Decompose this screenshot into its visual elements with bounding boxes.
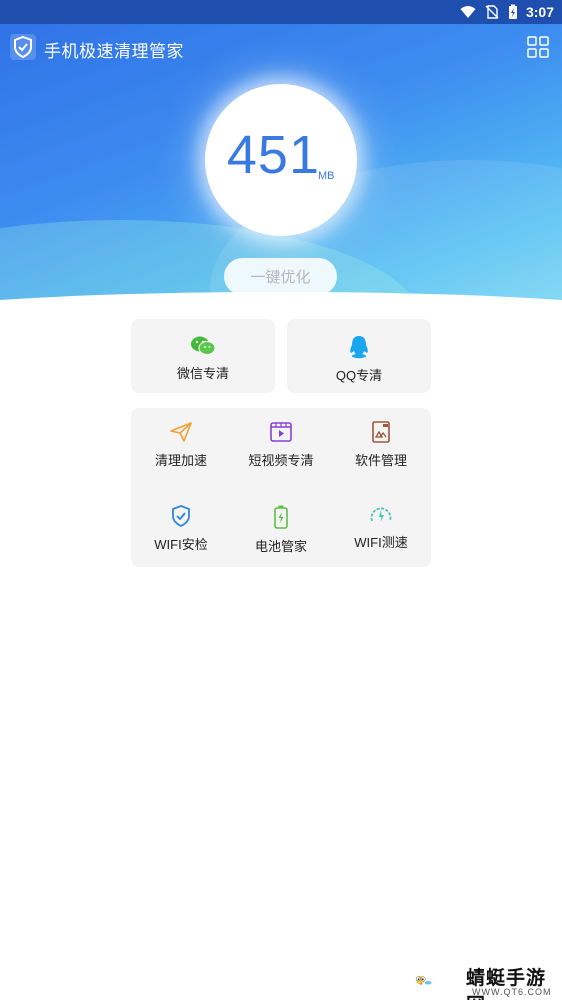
wechat-icon bbox=[191, 336, 216, 355]
tool-battery-manager[interactable]: 电池管家 bbox=[231, 504, 331, 555]
dragonfly-logo bbox=[415, 975, 432, 985]
qq-icon bbox=[350, 336, 368, 359]
tool-label: 清理加速 bbox=[154, 453, 207, 468]
app-title: 手机极速清理管家 bbox=[44, 42, 184, 61]
tool-label: 电池管家 bbox=[254, 539, 307, 554]
watermark-url: WWW.QT6.COM bbox=[472, 987, 552, 997]
status-bar: 3:07 bbox=[0, 0, 562, 24]
tool-label: WIFI测速 bbox=[354, 535, 408, 550]
tools-card: 清理加速 短视频专清 软件管理 WIFI安检 电池管家 WIFI测速 bbox=[131, 408, 431, 567]
status-time: 3:07 bbox=[525, 4, 554, 20]
no-sim-icon bbox=[485, 5, 499, 19]
wechat-clean-tile: 微信专清 bbox=[131, 335, 275, 382]
tool-clean-accelerate[interactable]: 清理加速 bbox=[131, 420, 231, 469]
tool-short-video-clean[interactable]: 短视频专清 bbox=[231, 420, 331, 469]
tool-label: WIFI安检 bbox=[154, 537, 208, 552]
app-bar: 手机极速清理管家 bbox=[0, 24, 562, 70]
shield-check-icon bbox=[172, 505, 190, 528]
tool-app-manager[interactable]: 软件管理 bbox=[331, 420, 431, 469]
shield-check-icon bbox=[10, 34, 36, 60]
battery-icon bbox=[274, 505, 288, 529]
video-icon bbox=[270, 422, 292, 442]
wechat-clean-card[interactable]: 微信专清 bbox=[131, 319, 275, 393]
tool-wifi-speed-test[interactable]: WIFI测速 bbox=[331, 504, 431, 551]
wifi-icon bbox=[460, 6, 476, 18]
qq-clean-label: QQ专清 bbox=[335, 368, 383, 383]
grid-icon[interactable] bbox=[527, 36, 549, 58]
memory-unit: MB bbox=[318, 170, 335, 182]
tool-label: 软件管理 bbox=[354, 453, 407, 468]
tool-wifi-security[interactable]: WIFI安检 bbox=[131, 504, 231, 553]
qq-clean-tile: QQ专清 bbox=[287, 335, 431, 384]
app-package-icon bbox=[372, 421, 390, 443]
tool-label: 短视频专清 bbox=[248, 453, 314, 468]
hero-curve bbox=[0, 292, 562, 320]
paper-plane-icon bbox=[170, 422, 192, 442]
one-click-optimize-button[interactable]: 一键优化 bbox=[224, 258, 337, 295]
wechat-clean-label: 微信专清 bbox=[176, 366, 229, 381]
qq-clean-card[interactable]: QQ专清 bbox=[287, 319, 431, 393]
speedometer-icon bbox=[370, 507, 392, 522]
memory-value: 451 bbox=[226, 125, 320, 185]
battery-charging-icon bbox=[508, 4, 517, 19]
